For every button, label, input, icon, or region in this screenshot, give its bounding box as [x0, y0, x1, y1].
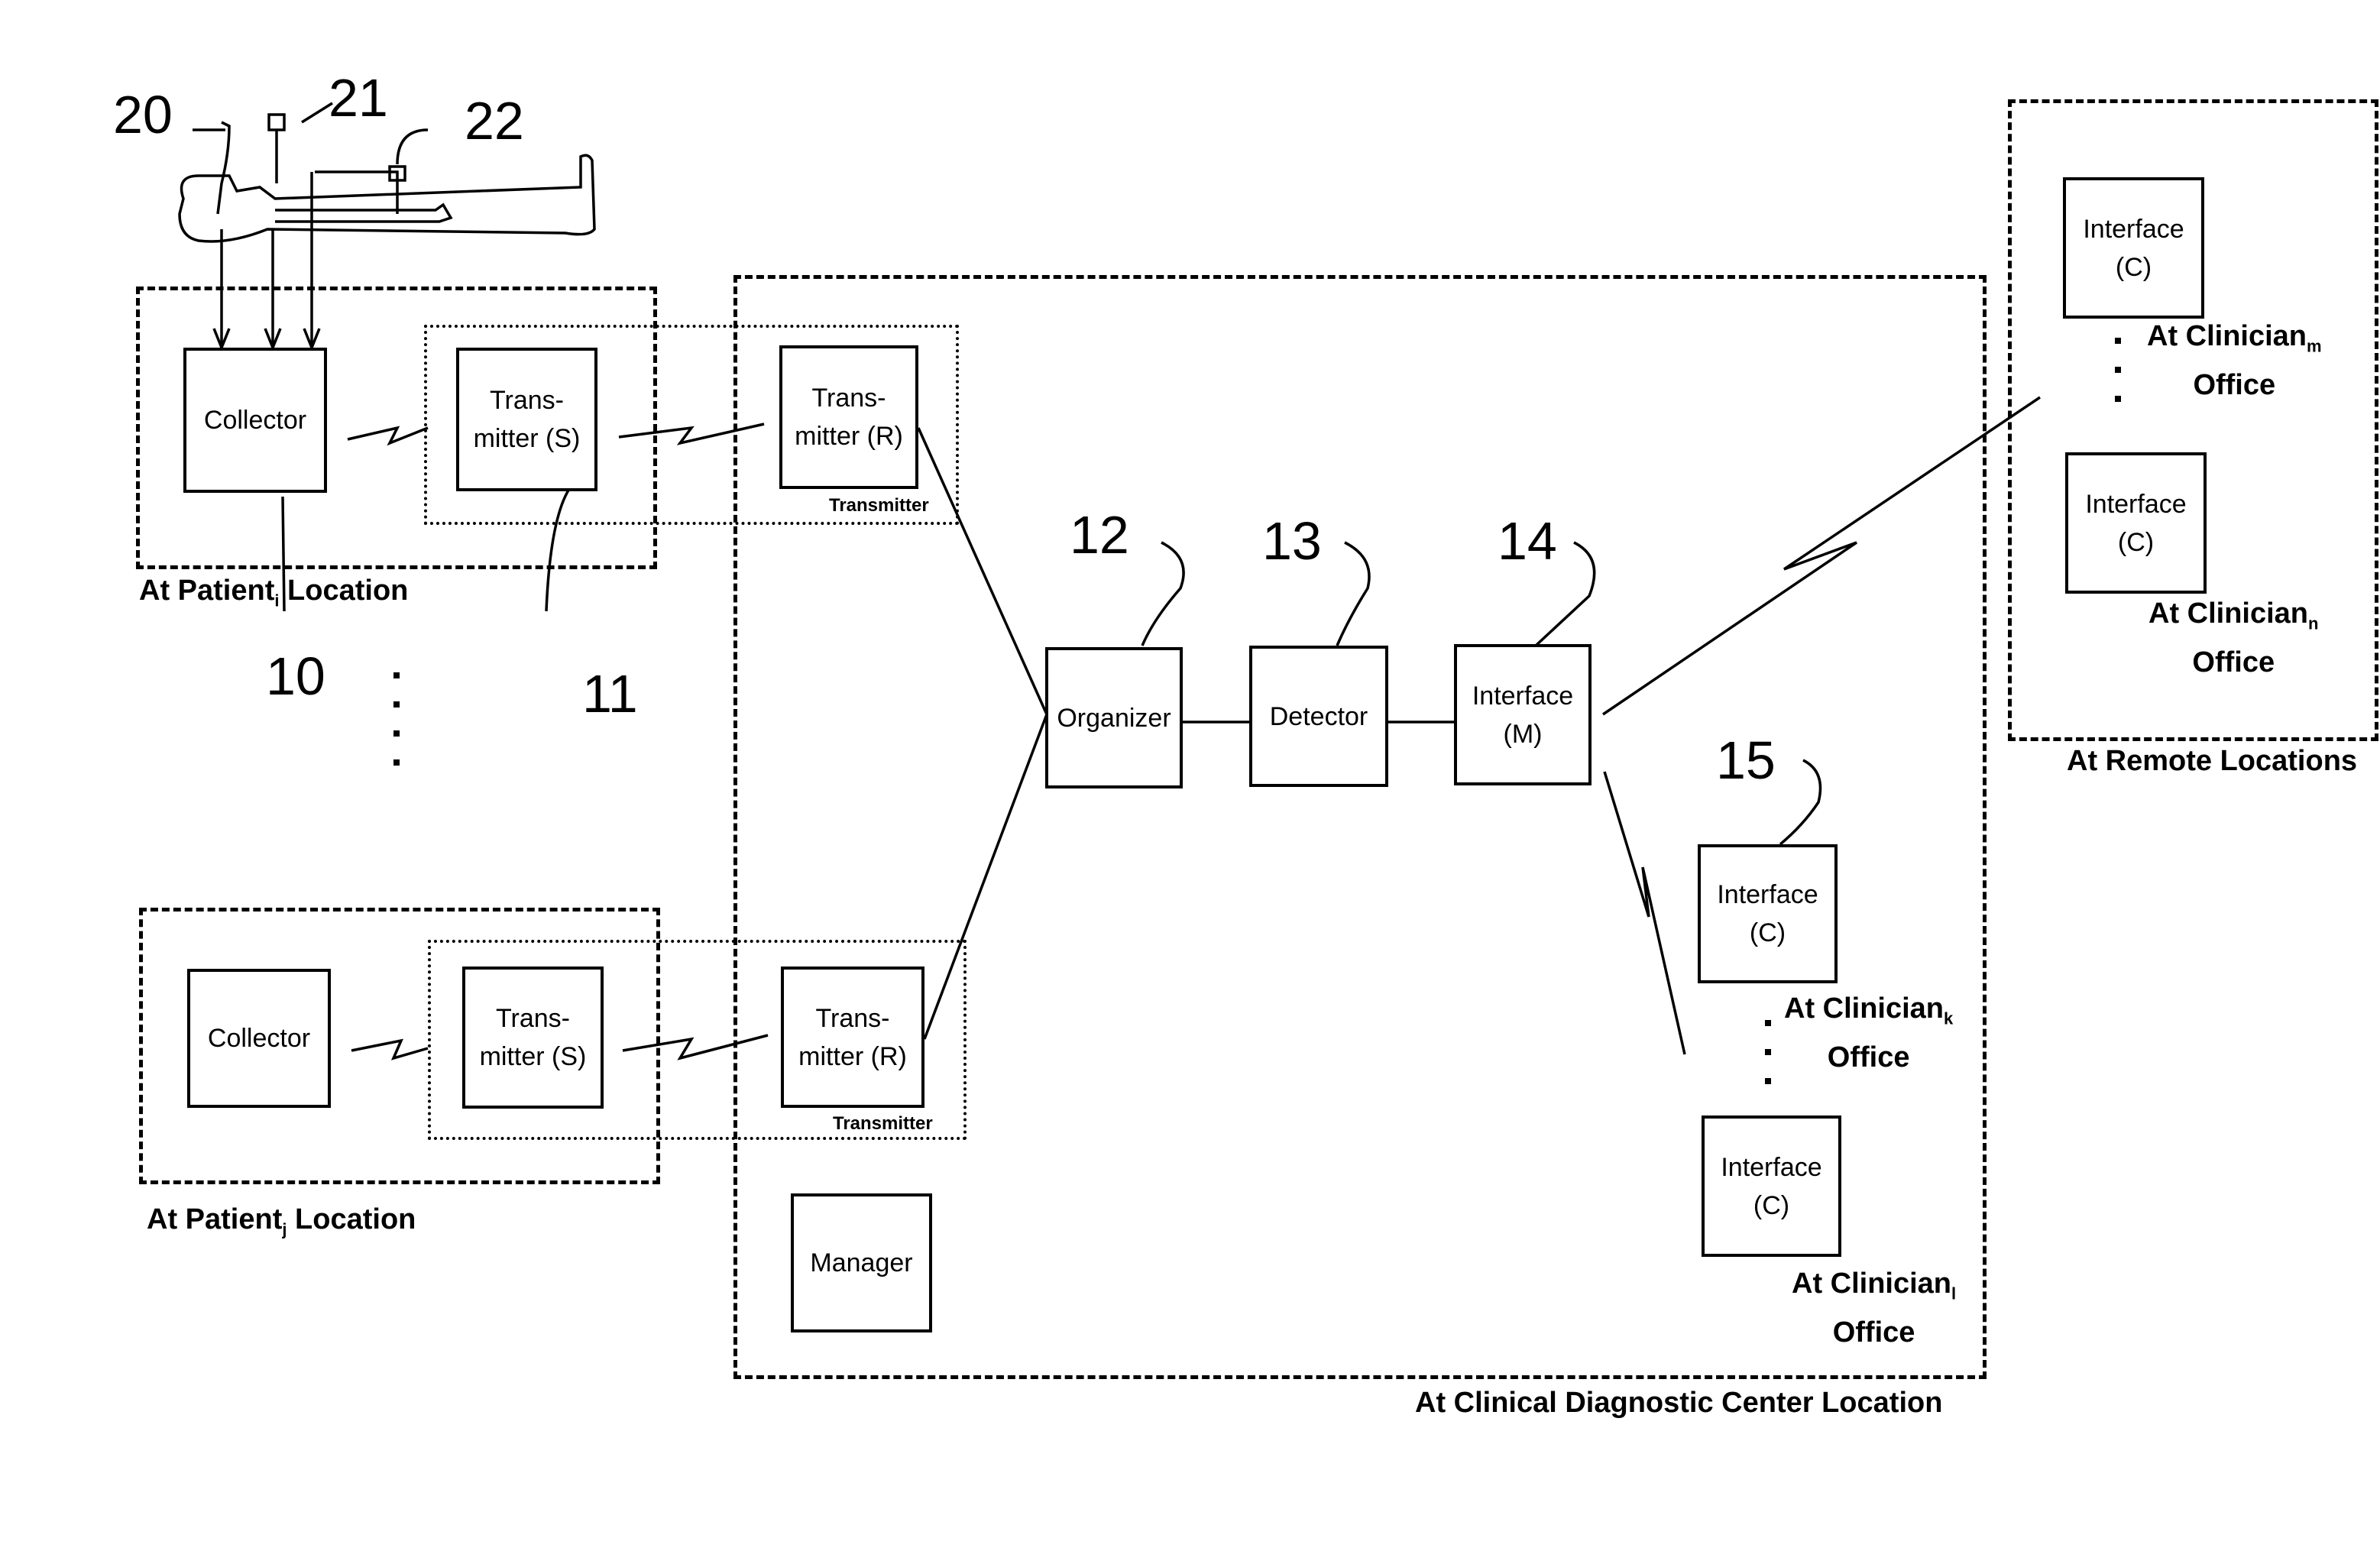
transmitter-r-j-line1: Trans- [815, 1003, 890, 1033]
transmitter-r-j-line2: mitter (R) [798, 1041, 907, 1071]
collector-j-label: Collector [207, 1024, 311, 1053]
transmitter-s-i-line2: mitter (S) [473, 424, 581, 453]
transmitter-r-i[interactable]: Trans- mitter (R) [779, 345, 918, 489]
clinician-k-office-label: At Cliniciank Office [1784, 992, 1954, 1073]
ellipsis-patients [393, 672, 400, 788]
transmitter-s-j[interactable]: Trans- mitter (S) [462, 967, 604, 1109]
patient-i-location-label: At Patienti Location [139, 575, 409, 610]
transmitter-s-j-line1: Trans- [496, 1004, 570, 1033]
ellipsis-clinicians-remote [2115, 338, 2121, 425]
clinician-m-office-label: At Clinicianm Office [2147, 320, 2322, 401]
lead-22 [315, 170, 399, 214]
patient-arm [275, 202, 453, 223]
interface-c-m-line2: (C) [2115, 252, 2152, 282]
transmitter-r-i-line2: mitter (R) [795, 422, 903, 451]
transmitter-j-group-label: Transmitter [833, 1113, 933, 1134]
ellipsis-clinicians-center [1765, 1020, 1771, 1107]
transmitter-i-group-label: Transmitter [829, 495, 929, 516]
sensor-21 [267, 113, 286, 131]
transmitter-s-i-line1: Trans- [490, 386, 564, 415]
organizer-box[interactable]: Organizer [1045, 647, 1183, 788]
interface-m-line1: Interface [1472, 681, 1574, 711]
patient-j-location-label: At Patientj Location [147, 1203, 416, 1239]
detector-box[interactable]: Detector [1249, 646, 1388, 787]
ref-22: 22 [465, 91, 524, 151]
transmitter-s-i[interactable]: Trans- mitter (S) [456, 348, 597, 491]
interface-c-n-line2: (C) [2117, 527, 2155, 557]
interface-c-m-line1: Interface [2083, 214, 2184, 244]
ref-20: 20 [113, 85, 173, 144]
remote-locations-label: At Remote Locations [2067, 745, 2358, 777]
interface-c-m-box[interactable]: Interface (C) [2063, 177, 2204, 319]
interface-m-line2: (M) [1503, 719, 1543, 749]
clinical-center-location-label: At Clinical Diagnostic Center Location [1415, 1387, 1943, 1419]
manager-label: Manager [810, 1248, 913, 1277]
ref-11: 11 [582, 664, 638, 724]
clinician-l-office-label: At Clinicianl Office [1792, 1268, 1957, 1349]
ref-21: 21 [329, 68, 388, 128]
organizer-label: Organizer [1057, 703, 1171, 733]
collector-i-label: Collector [203, 406, 307, 435]
interface-c-l-line2: (C) [1753, 1190, 1790, 1220]
collector-i[interactable]: Collector [183, 348, 327, 493]
interface-c-n-line1: Interface [2085, 489, 2187, 519]
lead-20 [216, 121, 231, 215]
interface-c-l-line1: Interface [1721, 1152, 1822, 1182]
patient-figure [178, 154, 596, 243]
interface-c-k-line1: Interface [1717, 880, 1818, 909]
ref-10: 10 [266, 646, 325, 706]
detector-label: Detector [1269, 701, 1368, 731]
interface-c-k-box[interactable]: Interface (C) [1698, 844, 1838, 983]
interface-c-n-box[interactable]: Interface (C) [2065, 452, 2207, 594]
manager-box[interactable]: Manager [791, 1193, 932, 1332]
transmitter-r-i-line1: Trans- [811, 384, 886, 413]
interface-c-k-line2: (C) [1749, 918, 1786, 947]
interface-m-box[interactable]: Interface (M) [1454, 644, 1592, 785]
collector-j[interactable]: Collector [187, 969, 331, 1108]
interface-c-l-box[interactable]: Interface (C) [1702, 1115, 1841, 1257]
transmitter-s-j-line2: mitter (S) [479, 1042, 587, 1071]
clinician-n-office-label: At Cliniciann Office [2148, 597, 2319, 678]
transmitter-r-j[interactable]: Trans- mitter (R) [781, 967, 924, 1108]
